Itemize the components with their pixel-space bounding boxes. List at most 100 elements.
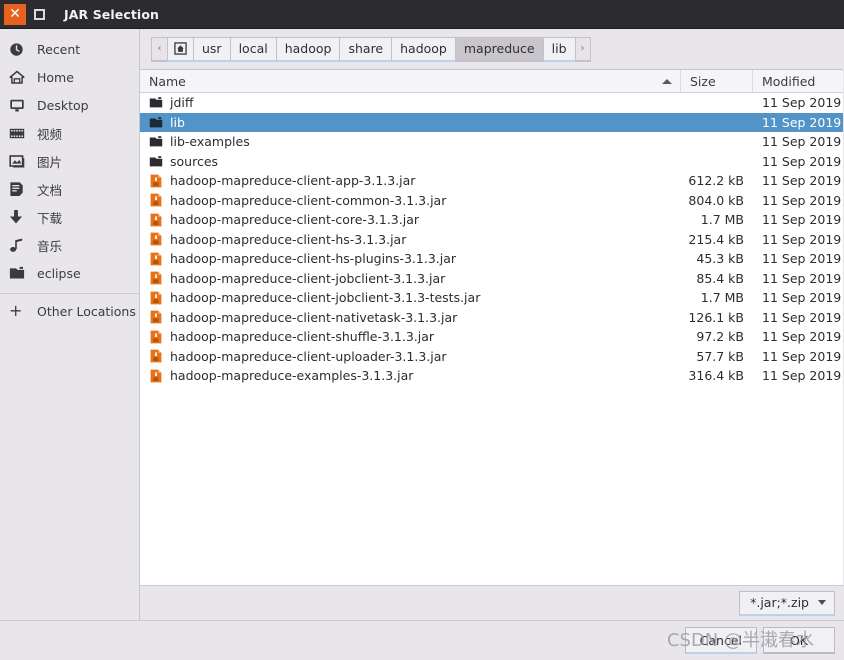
breadcrumb-label: local xyxy=(238,41,268,56)
table-row[interactable]: hadoop-mapreduce-client-hs-plugins-3.1.3… xyxy=(140,249,843,269)
table-row[interactable]: hadoop-mapreduce-client-jobclient-3.1.3-… xyxy=(140,288,843,308)
file-size-cell: 97.2 kB xyxy=(696,329,744,345)
breadcrumb-item-hadoop[interactable]: hadoop xyxy=(275,36,340,62)
close-button[interactable]: ✕ xyxy=(4,3,26,25)
downloads-icon xyxy=(9,209,29,225)
sidebar-item-label: 视频 xyxy=(37,126,63,142)
file-name-label: hadoop-mapreduce-client-nativetask-3.1.3… xyxy=(170,309,458,325)
table-row[interactable]: sources 11 Sep 2019 xyxy=(140,152,843,172)
ok-button[interactable]: OK xyxy=(763,627,835,654)
breadcrumb-item-local[interactable]: local xyxy=(229,36,276,62)
file-name-cell: hadoop-mapreduce-client-jobclient-3.1.3.… xyxy=(140,271,681,286)
table-row[interactable]: hadoop-mapreduce-client-app-3.1.3.jar 612… xyxy=(140,171,843,191)
chevron-down-icon xyxy=(818,600,826,605)
sidebar-item-recent[interactable]: Recent xyxy=(0,35,139,63)
file-name-label: jdiff xyxy=(170,95,194,111)
jar-file-icon xyxy=(149,291,163,305)
breadcrumb-item-home[interactable] xyxy=(167,36,193,62)
table-row[interactable]: hadoop-mapreduce-client-uploader-3.1.3.j… xyxy=(140,347,843,367)
table-row[interactable]: lib 11 Sep 2019 xyxy=(140,112,843,132)
file-modified-cell: 11 Sep 2019 xyxy=(762,95,842,111)
home-icon xyxy=(9,69,29,85)
folder-icon xyxy=(9,265,29,281)
jar-file-icon xyxy=(149,213,163,227)
sidebar-item-videos[interactable]: 视频 xyxy=(0,119,139,147)
sidebar-item-other-locations[interactable]: + Other Locations xyxy=(0,297,139,325)
column-header-name[interactable]: Name xyxy=(140,70,681,92)
file-name-cell: sources xyxy=(140,154,681,169)
file-modified-cell: 11 Sep 2019 xyxy=(762,192,842,208)
plus-icon: + xyxy=(9,301,23,320)
breadcrumb-item-usr[interactable]: usr xyxy=(193,36,230,62)
file-modified-cell: 11 Sep 2019 xyxy=(762,212,842,228)
file-size-cell: 45.3 kB xyxy=(696,251,744,267)
window-title: JAR Selection xyxy=(64,6,160,22)
sidebar-item-downloads[interactable]: 下载 xyxy=(0,203,139,231)
sidebar-item-home[interactable]: Home xyxy=(0,63,139,91)
table-row[interactable]: hadoop-mapreduce-client-hs-3.1.3.jar 215.… xyxy=(140,230,843,250)
file-modified-cell: 11 Sep 2019 xyxy=(762,173,842,189)
places-sidebar: Recent Home Desktop 视频 图片 文档 下载 音乐 eclip… xyxy=(0,29,140,620)
breadcrumb-label: lib xyxy=(551,41,567,56)
sidebar-item-label: eclipse xyxy=(37,265,81,281)
video-icon xyxy=(9,125,29,141)
table-row[interactable]: hadoop-mapreduce-client-jobclient-3.1.3.… xyxy=(140,269,843,289)
sidebar-item-eclipse[interactable]: eclipse xyxy=(0,259,139,287)
file-name-cell: hadoop-mapreduce-examples-3.1.3.jar xyxy=(140,368,681,383)
table-row[interactable]: hadoop-mapreduce-client-shuffle-3.1.3.ja… xyxy=(140,327,843,347)
file-modified-cell: 11 Sep 2019 xyxy=(762,368,842,384)
breadcrumb-label: hadoop xyxy=(284,41,332,56)
column-header-modified[interactable]: Modified xyxy=(753,70,843,92)
file-name-label: hadoop-mapreduce-client-shuffle-3.1.3.ja… xyxy=(170,329,435,345)
table-row[interactable]: jdiff 11 Sep 2019 xyxy=(140,93,843,113)
breadcrumb-prev-button[interactable]: ‹ xyxy=(151,36,167,62)
file-name-cell: hadoop-mapreduce-client-hs-3.1.3.jar xyxy=(140,232,681,247)
breadcrumb-item-lib[interactable]: lib xyxy=(542,36,575,62)
column-header-size[interactable]: Size xyxy=(681,70,753,92)
jar-file-icon xyxy=(149,310,163,324)
jar-file-icon xyxy=(149,193,163,207)
breadcrumb-item-hadoop-2[interactable]: hadoop xyxy=(391,36,455,62)
file-list: Name Size Modified jdiff 11 Sep 2019 lib 11… xyxy=(140,69,843,585)
sidebar-item-music[interactable]: 音乐 xyxy=(0,231,139,259)
home-crumb-icon xyxy=(174,42,187,55)
file-name-cell: hadoop-mapreduce-client-nativetask-3.1.3… xyxy=(140,310,681,325)
sidebar-item-label: 图片 xyxy=(37,154,63,170)
sidebar-item-documents[interactable]: 文档 xyxy=(0,175,139,203)
desktop-icon xyxy=(9,97,29,113)
sidebar-separator xyxy=(0,293,139,294)
documents-icon xyxy=(9,181,29,197)
file-modified-cell: 11 Sep 2019 xyxy=(762,329,842,345)
cancel-button[interactable]: Cancel xyxy=(684,627,757,654)
file-size-cell: 316.4 kB xyxy=(688,368,744,384)
file-name-cell: hadoop-mapreduce-client-common-3.1.3.jar xyxy=(140,193,681,208)
maximize-button[interactable] xyxy=(28,4,50,25)
file-modified-cell: 11 Sep 2019 xyxy=(762,290,842,306)
file-name-label: hadoop-mapreduce-client-app-3.1.3.jar xyxy=(170,173,416,189)
table-row[interactable]: lib-examples 11 Sep 2019 xyxy=(140,132,843,152)
file-list-header: Name Size Modified xyxy=(140,70,843,93)
jar-file-icon xyxy=(149,271,163,285)
file-size-cell: 804.0 kB xyxy=(688,192,744,208)
table-row[interactable]: hadoop-mapreduce-client-nativetask-3.1.3… xyxy=(140,308,843,328)
column-header-size-label: Size xyxy=(690,73,716,89)
file-name-label: hadoop-mapreduce-client-common-3.1.3.jar xyxy=(170,192,447,208)
file-chooser-window: ✕ JAR Selection Recent Home Desktop 视频 图… xyxy=(0,0,844,660)
file-type-filter-dropdown[interactable]: *.jar;*.zip xyxy=(739,590,835,616)
sidebar-item-pictures[interactable]: 图片 xyxy=(0,147,139,175)
breadcrumb-item-mapreduce[interactable]: mapreduce xyxy=(454,36,543,62)
file-name-label: hadoop-mapreduce-examples-3.1.3.jar xyxy=(170,368,414,384)
file-name-cell: hadoop-mapreduce-client-app-3.1.3.jar xyxy=(140,173,681,188)
breadcrumb-item-share[interactable]: share xyxy=(339,36,392,62)
table-row[interactable]: hadoop-mapreduce-client-common-3.1.3.jar… xyxy=(140,191,843,211)
sidebar-item-desktop[interactable]: Desktop xyxy=(0,91,139,119)
table-row[interactable]: hadoop-mapreduce-examples-3.1.3.jar 316.4… xyxy=(140,366,843,386)
sort-ascending-icon xyxy=(662,78,672,84)
file-size-cell: 57.7 kB xyxy=(696,348,744,364)
table-row[interactable]: hadoop-mapreduce-client-core-3.1.3.jar 1.… xyxy=(140,210,843,230)
file-modified-cell: 11 Sep 2019 xyxy=(762,251,842,267)
breadcrumb-next-button[interactable]: › xyxy=(574,36,591,62)
window-body: Recent Home Desktop 视频 图片 文档 下载 音乐 eclip… xyxy=(0,29,844,620)
close-icon: ✕ xyxy=(9,6,21,22)
file-name-label: hadoop-mapreduce-client-jobclient-3.1.3.… xyxy=(170,270,446,286)
